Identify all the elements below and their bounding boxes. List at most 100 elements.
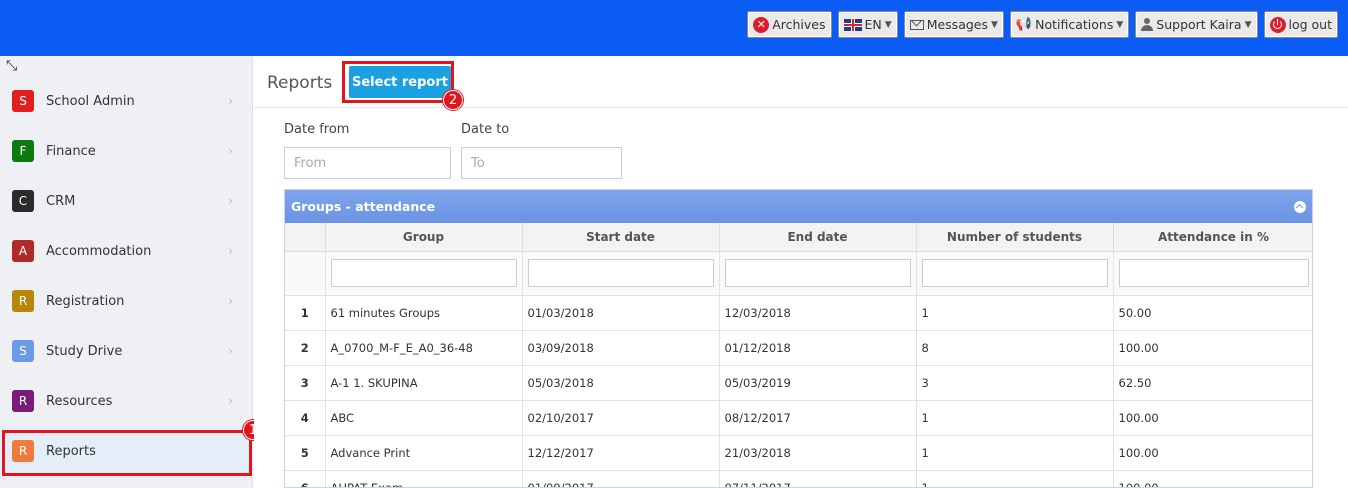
panel-header: Groups - attendance [285, 190, 1312, 223]
cell-attendance: 50.00 [1113, 295, 1312, 331]
logout-label: log out [1288, 17, 1333, 32]
column-header[interactable]: Group [325, 223, 523, 252]
cell-end-date: 01/12/2018 [719, 330, 917, 366]
cell-group: Advance Print [325, 435, 523, 471]
power-icon [1269, 16, 1286, 33]
filter-cell [916, 251, 1114, 296]
sidebar-item-finance[interactable]: F Finance › [0, 126, 253, 176]
table-row[interactable]: 2 A_0700_M-F_E_A0_36-48 03/09/2018 01/12… [285, 330, 1312, 366]
sidebar-item-label: Study Drive [46, 343, 123, 359]
table-row[interactable]: 1 61 minutes Groups 01/03/2018 12/03/201… [285, 295, 1312, 331]
sidebar-item-study-drive[interactable]: S Study Drive › [0, 326, 253, 376]
chevron-down-icon: ▼ [991, 19, 998, 30]
groups-attendance-panel: Groups - attendance Group Start date End… [284, 189, 1313, 488]
chevron-down-icon: ▼ [1116, 19, 1124, 30]
sidebar-item-registration[interactable]: R Registration › [0, 276, 253, 326]
cell-start-date: 01/03/2018 [522, 295, 720, 331]
envelope-icon [909, 19, 924, 30]
cell-start-date: 05/03/2018 [522, 365, 720, 401]
cell-group: ABC [325, 400, 523, 436]
sidebar-item-label: Registration [46, 293, 125, 309]
cell-group: 61 minutes Groups [325, 295, 523, 331]
user-label: Support Kaira [1156, 17, 1242, 32]
date-from-label: Date from [284, 122, 350, 137]
logout-button[interactable]: log out [1263, 11, 1338, 38]
table-row[interactable]: 4 ABC 02/10/2017 08/12/2017 1 100.00 [285, 400, 1312, 436]
page-title: Reports [267, 73, 333, 93]
cell-attendance: 100.00 [1113, 435, 1312, 471]
chevron-right-icon: › [228, 244, 233, 258]
sidebar-item-label: School Admin [46, 93, 135, 109]
filter-end-date-input[interactable] [724, 259, 911, 287]
column-header[interactable]: End date [719, 223, 917, 252]
row-index: 5 [285, 435, 326, 471]
collapse-panel-icon[interactable] [1294, 201, 1306, 213]
notifications-label: Notifications [1035, 17, 1114, 32]
date-to-input[interactable] [461, 147, 622, 179]
date-from-input[interactable] [284, 147, 451, 179]
filter-cell [719, 251, 917, 296]
cell-start-date: 02/10/2017 [522, 400, 720, 436]
filter-students-input[interactable] [921, 259, 1108, 287]
date-to-label: Date to [461, 122, 510, 137]
archives-button[interactable]: ✕ Archives [747, 11, 832, 38]
filter-attendance-input[interactable] [1118, 259, 1309, 287]
notifications-button[interactable]: 📢 Notifications ▼ [1009, 11, 1130, 38]
table-row[interactable]: 3 A-1 1. SKUPINA 05/03/2018 05/03/2019 3… [285, 365, 1312, 401]
chevron-right-icon: › [228, 194, 233, 208]
collapse-icon[interactable]: ⤡ [6, 58, 17, 74]
cell-students: 1 [916, 295, 1114, 331]
cell-end-date: 12/03/2018 [719, 295, 917, 331]
table-header-row: Group Start date End date Number of stud… [285, 223, 1312, 252]
sidebar: ⤡ S School Admin › F Finance › C CRM › A… [0, 56, 253, 488]
cell-attendance: 100.00 [1113, 470, 1312, 487]
top-bar: ✕ Archives EN ▼ Messages ▼ 📢 Notificatio… [0, 0, 1348, 56]
panel-title: Groups - attendance [291, 199, 436, 214]
row-index: 1 [285, 295, 326, 331]
filter-group-input[interactable] [330, 259, 517, 287]
column-header[interactable]: Number of students [916, 223, 1114, 252]
module-badge: R [12, 290, 34, 312]
messages-button[interactable]: Messages ▼ [903, 11, 1004, 38]
filter-row [285, 251, 1312, 296]
sidebar-item-label: Finance [46, 143, 96, 159]
sidebar-item-label: Accommodation [46, 243, 152, 259]
module-badge: A [12, 240, 34, 262]
column-header[interactable]: Start date [522, 223, 720, 252]
cell-attendance: 100.00 [1113, 330, 1312, 366]
user-icon [1141, 18, 1154, 31]
language-label: EN [864, 17, 882, 32]
filter-start-date-input[interactable] [527, 259, 714, 287]
column-header-index [285, 223, 326, 252]
sidebar-item-label: CRM [46, 193, 76, 209]
sidebar-item-resources[interactable]: R Resources › [0, 376, 253, 426]
filter-cell [1113, 251, 1312, 296]
highlight-select-report [342, 61, 454, 103]
row-index: 6 [285, 470, 326, 487]
module-badge: R [12, 390, 34, 412]
cell-end-date: 08/12/2017 [719, 400, 917, 436]
user-menu-button[interactable]: Support Kaira ▼ [1135, 11, 1258, 38]
table-row[interactable]: 6 AHPAT Exam 01/09/2017 07/11/2017 1 100… [285, 470, 1312, 487]
cell-attendance: 100.00 [1113, 400, 1312, 436]
cell-group: A_0700_M-F_E_A0_36-48 [325, 330, 523, 366]
module-badge: S [12, 90, 34, 112]
top-toolbar: ✕ Archives EN ▼ Messages ▼ 📢 Notificatio… [747, 11, 1338, 38]
sidebar-item-accommodation[interactable]: A Accommodation › [0, 226, 253, 276]
cell-end-date: 07/11/2017 [719, 470, 917, 487]
row-index: 3 [285, 365, 326, 401]
cell-end-date: 05/03/2019 [719, 365, 917, 401]
table-row[interactable]: 5 Advance Print 12/12/2017 21/03/2018 1 … [285, 435, 1312, 471]
language-button[interactable]: EN ▼ [837, 11, 898, 38]
column-header[interactable]: Attendance in % [1113, 223, 1312, 252]
cell-students: 1 [916, 470, 1114, 487]
sidebar-item-crm[interactable]: C CRM › [0, 176, 253, 226]
main-content: Reports Select report Date from Date to … [254, 56, 1348, 488]
module-badge: S [12, 340, 34, 362]
megaphone-icon: 📢 [1015, 17, 1033, 32]
sidebar-item-school-admin[interactable]: S School Admin › [0, 76, 253, 126]
messages-label: Messages [926, 17, 988, 32]
filter-cell [325, 251, 523, 296]
filter-cell-empty [285, 251, 326, 296]
chevron-right-icon: › [228, 94, 233, 108]
